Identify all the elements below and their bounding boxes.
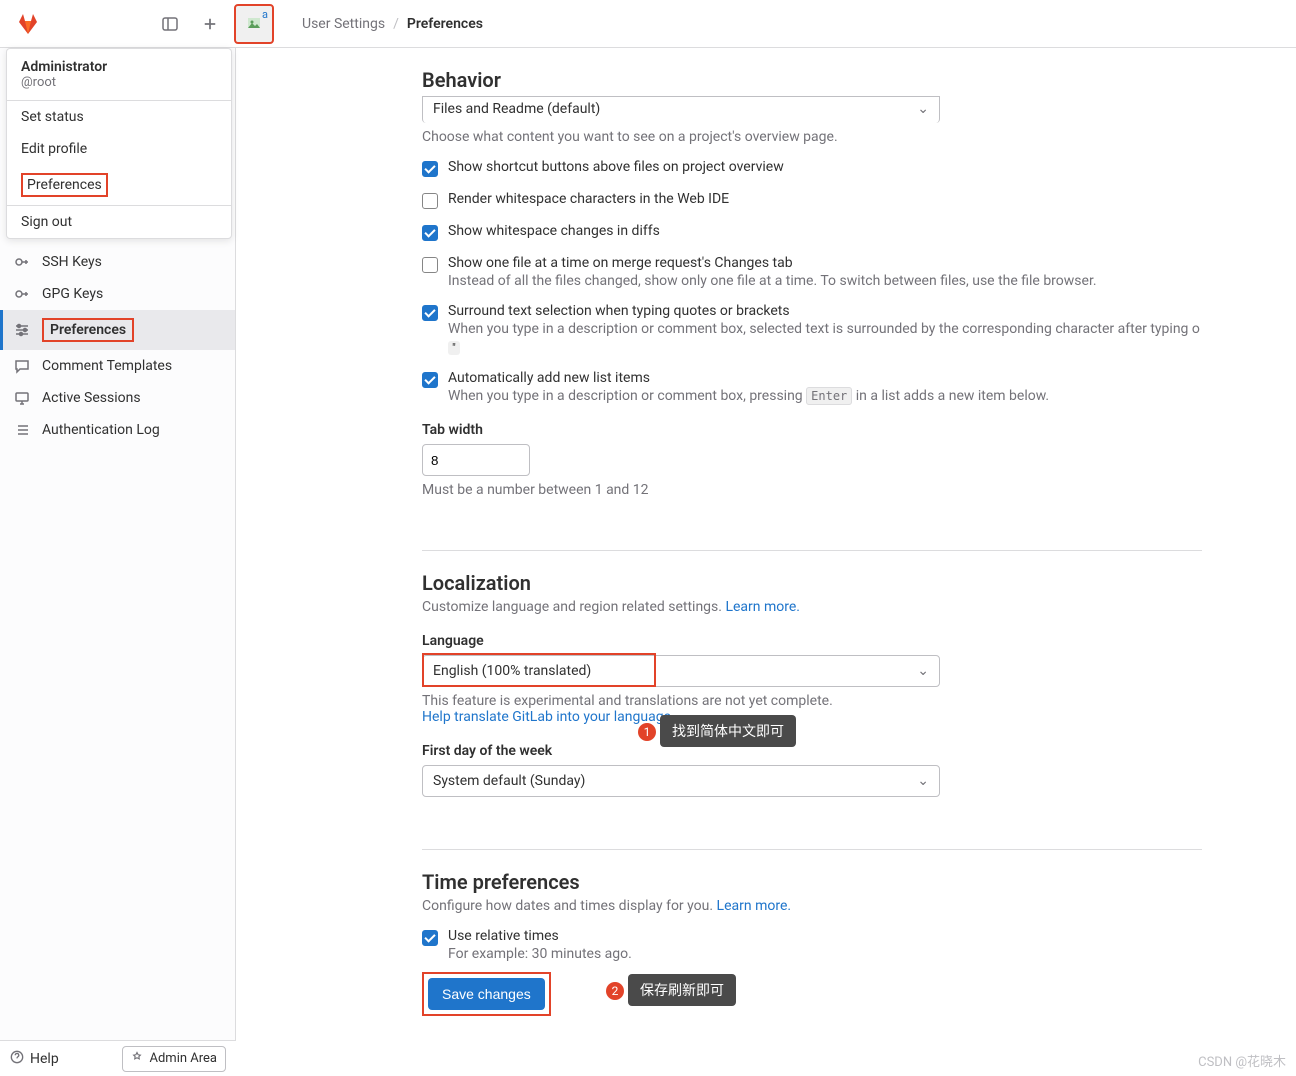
user-avatar-button[interactable]: a xyxy=(234,4,274,44)
checkbox-help: Instead of all the files changed, show o… xyxy=(448,273,1097,289)
key-icon xyxy=(14,286,30,302)
topbar: a User Settings / Preferences xyxy=(0,0,1296,48)
checkbox-surround-text[interactable] xyxy=(422,305,438,321)
time-sub: Configure how dates and times display fo… xyxy=(422,898,1222,914)
breadcrumb-separator: / xyxy=(393,16,399,32)
enter-key-icon: Enter xyxy=(806,387,852,405)
homepage-help: Choose what content you want to see on a… xyxy=(422,129,1222,145)
main-content: Behavior Files and Readme (default) ⌄ Ch… xyxy=(236,48,1296,1040)
checkbox-auto-list[interactable] xyxy=(422,372,438,388)
sidebar-item-label: Comment Templates xyxy=(42,358,172,374)
tab-width-help: Must be a number between 1 and 12 xyxy=(422,482,1222,498)
checkbox-whitespace-diffs[interactable] xyxy=(422,225,438,241)
sidebar-item-label: Authentication Log xyxy=(42,422,160,438)
sidebar-item-label: GPG Keys xyxy=(42,286,103,302)
first-day-select[interactable]: System default (Sunday) ⌄ xyxy=(422,765,940,797)
user-menu-sign-out[interactable]: Sign out xyxy=(7,205,231,238)
sidebar-item-auth-log[interactable]: Authentication Log xyxy=(0,414,235,446)
behavior-title: Behavior xyxy=(422,68,1222,92)
admin-icon xyxy=(131,1051,143,1067)
user-menu-preferences[interactable]: Preferences xyxy=(7,165,231,205)
time-learn-more-link[interactable]: Learn more. xyxy=(717,898,792,914)
translate-link[interactable]: Help translate GitLab into your language… xyxy=(422,709,675,725)
checkbox-label: Surround text selection when typing quot… xyxy=(448,303,1200,319)
checkbox-label: Automatically add new list items xyxy=(448,370,1049,386)
first-day-label: First day of the week xyxy=(422,743,1222,759)
sidebar-item-preferences[interactable]: Preferences xyxy=(0,310,235,350)
chevron-down-icon: ⌄ xyxy=(917,663,929,679)
tab-width-label: Tab width xyxy=(422,422,1222,438)
annotation-badge-2: 2 xyxy=(606,982,624,1000)
monitor-icon xyxy=(14,390,30,406)
list-icon xyxy=(14,422,30,438)
checkbox-render-whitespace[interactable] xyxy=(422,193,438,209)
behavior-section: Behavior Files and Readme (default) ⌄ Ch… xyxy=(422,68,1222,522)
section-divider xyxy=(422,550,1202,551)
sidebar-toggle-icon[interactable] xyxy=(154,8,186,40)
checkbox-label: Render whitespace characters in the Web … xyxy=(448,191,729,207)
checkbox-help: For example: 30 minutes ago. xyxy=(448,946,632,962)
sidebar-item-gpg-keys[interactable]: GPG Keys xyxy=(0,278,235,310)
user-menu-set-status[interactable]: Set status xyxy=(7,101,231,133)
breadcrumb-parent[interactable]: User Settings xyxy=(302,16,385,32)
language-select[interactable]: English (100% translated) ⌄ xyxy=(422,655,940,687)
gitlab-logo-icon[interactable] xyxy=(16,12,40,36)
checkbox-one-file[interactable] xyxy=(422,257,438,273)
watermark: CSDN @花晓木 xyxy=(1198,1051,1286,1070)
code-hint: " xyxy=(448,341,460,355)
user-menu-popover: Administrator @root Set status Edit prof… xyxy=(6,48,232,239)
checkbox-relative-times[interactable] xyxy=(422,930,438,946)
checkbox-label: Show one file at a time on merge request… xyxy=(448,255,1097,271)
checkbox-label: Show whitespace changes in diffs xyxy=(448,223,660,239)
sidebar-item-label: Active Sessions xyxy=(42,390,141,406)
localization-sub: Customize language and region related se… xyxy=(422,599,1222,615)
annotation-1: 找到简体中文即可 xyxy=(660,715,796,747)
homepage-content-select[interactable]: Files and Readme (default) ⌄ xyxy=(422,96,940,123)
user-menu-handle: @root xyxy=(21,75,217,90)
help-link[interactable]: Help xyxy=(10,1050,59,1068)
plus-icon[interactable] xyxy=(194,8,226,40)
annotation-highlight-save: Save changes xyxy=(422,972,551,1016)
localization-section: Localization Customize language and regi… xyxy=(422,571,1222,821)
checkbox-label: Show shortcut buttons above files on pro… xyxy=(448,159,784,175)
time-section: Time preferences Configure how dates and… xyxy=(422,870,1222,1040)
user-menu-edit-profile[interactable]: Edit profile xyxy=(7,133,231,165)
breadcrumb-current: Preferences xyxy=(407,16,483,32)
help-icon xyxy=(10,1050,24,1068)
checkbox-help: When you type in a description or commen… xyxy=(448,388,1049,404)
sidebar-item-label: SSH Keys xyxy=(42,254,102,270)
admin-area-button[interactable]: Admin Area xyxy=(122,1046,226,1072)
section-divider xyxy=(422,849,1202,850)
preferences-icon xyxy=(14,322,30,338)
sidebar-item-ssh-keys[interactable]: SSH Keys xyxy=(0,246,235,278)
checkbox-label: Use relative times xyxy=(448,928,632,944)
chevron-down-icon: ⌄ xyxy=(917,773,929,789)
checkbox-help: When you type in a description or commen… xyxy=(448,321,1200,337)
checkbox-shortcut-buttons[interactable] xyxy=(422,161,438,177)
avatar-badge: a xyxy=(262,8,268,21)
language-label: Language xyxy=(422,633,1222,649)
annotation-2: 保存刷新即可 xyxy=(628,974,736,1006)
breadcrumb: User Settings / Preferences xyxy=(302,16,483,32)
key-icon xyxy=(14,254,30,270)
time-title: Time preferences xyxy=(422,870,1222,894)
save-changes-button[interactable]: Save changes xyxy=(428,978,545,1010)
annotation-badge-1: 1 xyxy=(638,723,656,741)
user-menu-name: Administrator xyxy=(21,59,217,75)
sidebar-item-label: Preferences xyxy=(42,318,134,342)
sidebar-item-comment-templates[interactable]: Comment Templates xyxy=(0,350,235,382)
localization-title: Localization xyxy=(422,571,1222,595)
sidebar-footer: Help Admin Area xyxy=(0,1040,236,1076)
language-help: This feature is experimental and transla… xyxy=(422,693,1222,709)
sidebar-item-active-sessions[interactable]: Active Sessions xyxy=(0,382,235,414)
localization-learn-more-link[interactable]: Learn more. xyxy=(725,599,800,615)
tab-width-input[interactable] xyxy=(422,444,530,476)
comment-icon xyxy=(14,358,30,374)
chevron-down-icon: ⌄ xyxy=(917,101,929,117)
